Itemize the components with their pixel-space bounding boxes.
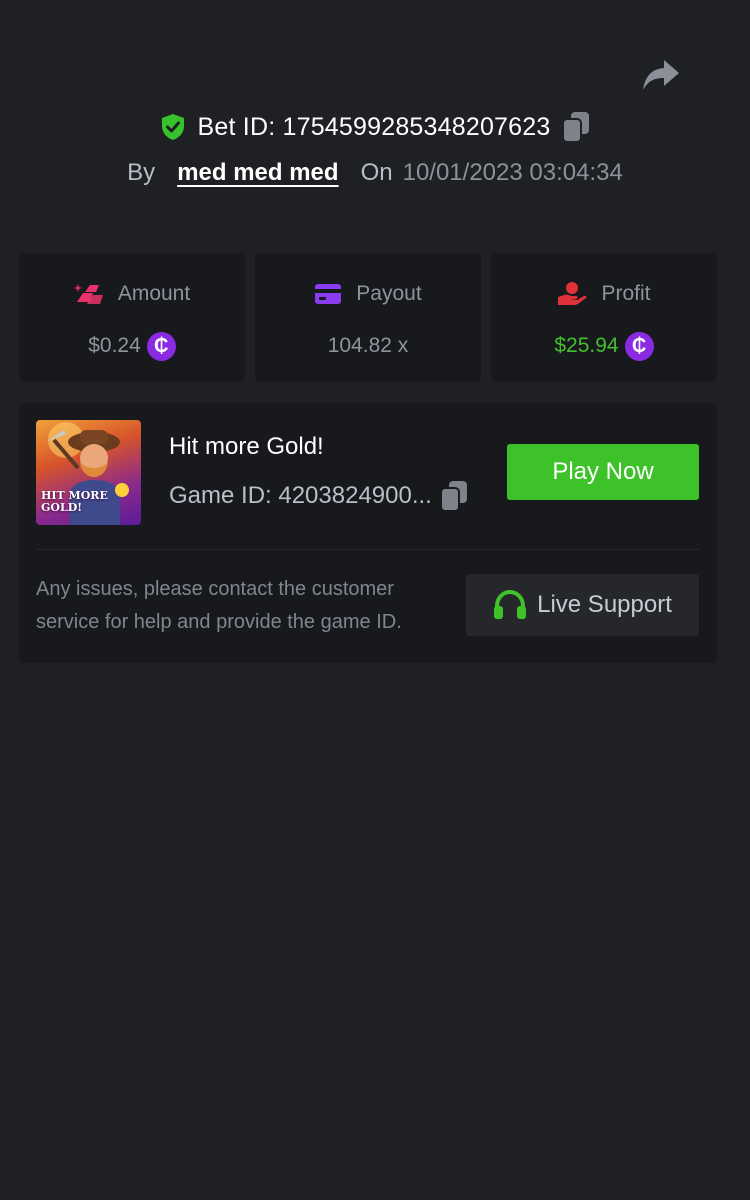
payout-value: 104.82 x [327,334,409,357]
coin-icon: ₵ [624,331,654,361]
bet-details-page: Bet ID: 1754599285348207623 By med med m… [0,0,750,1200]
profit-value: $25.94 [554,334,619,357]
copy-icon [562,112,590,143]
bet-id-text: Bet ID: 1754599285348207623 [197,112,551,141]
username-link[interactable]: med med med [177,159,338,187]
profit-card: Profit $25.94 ₵ [491,253,717,382]
amount-card: Amount $0.24 ₵ [19,253,245,382]
bet-id-row: Bet ID: 1754599285348207623 [0,108,750,146]
headset-icon [494,590,527,619]
share-button[interactable] [640,56,682,94]
credit-card-icon [315,284,342,304]
amount-value: $0.24 [88,334,141,357]
shield-check-icon [161,114,184,140]
payout-card: Payout 104.82 x [255,253,481,382]
profit-label: Profit [601,282,651,305]
payout-label: Payout [356,282,422,305]
game-thumbnail-title: HIT MORE GOLD! [41,489,108,514]
coin-icon: ₵ [146,331,176,361]
support-help-text: Any issues, please contact the customer … [36,578,402,633]
live-support-button[interactable]: Live Support [466,574,699,636]
share-icon [643,60,679,90]
bet-meta-row: By med med med On 10/01/2023 03:04:34 [0,154,750,192]
hand-money-icon [558,282,587,305]
copy-game-id-button[interactable] [439,480,468,512]
live-support-label: Live Support [537,591,672,618]
bet-date: 10/01/2023 03:04:34 [402,159,623,186]
by-label: By [127,159,156,186]
on-label: On [360,159,393,186]
play-now-button[interactable]: Play Now [507,444,699,500]
game-panel: HIT MORE GOLD! Hit more Gold! Game ID: 4… [19,403,717,663]
copy-bet-id-button[interactable] [562,111,590,143]
game-id-text: Game ID: 4203824900... [169,482,432,509]
game-thumbnail[interactable]: HIT MORE GOLD! [36,420,141,525]
game-title: Hit more Gold! [169,433,324,460]
gold-bars-icon [73,284,103,304]
amount-label: Amount [117,282,191,305]
game-id-row: Game ID: 4203824900... [169,479,468,513]
copy-icon [439,481,467,512]
divider [36,549,700,550]
